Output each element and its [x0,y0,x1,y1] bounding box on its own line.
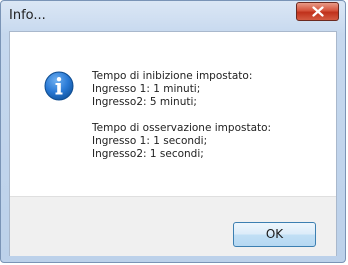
button-area: OK [10,196,336,256]
info-dialog: Info... Tempo di inibizione impostato: I… [0,0,346,263]
ok-button[interactable]: OK [233,222,316,247]
message-line: Ingresso 1: 1 secondi; [92,135,208,147]
message-area: Tempo di inibizione impostato: Ingresso … [10,32,336,196]
message-line: Tempo di osservazione impostato: [92,122,272,134]
message-line: Tempo di inibizione impostato: [92,70,253,82]
message-line: Ingresso2: 1 secondi; [92,148,204,160]
dialog-client-area: Tempo di inibizione impostato: Ingresso … [9,31,337,256]
title-bar[interactable]: Info... [1,1,345,31]
close-x-icon [312,6,324,17]
message-line: Ingresso2: 5 minuti; [92,96,197,108]
window-title: Info... [9,8,46,23]
information-icon [44,71,74,101]
message-text: Tempo di inibizione impostato: Ingresso … [92,70,271,161]
close-button[interactable] [296,2,339,21]
message-line: Ingresso 1: 1 minuti; [92,83,201,95]
